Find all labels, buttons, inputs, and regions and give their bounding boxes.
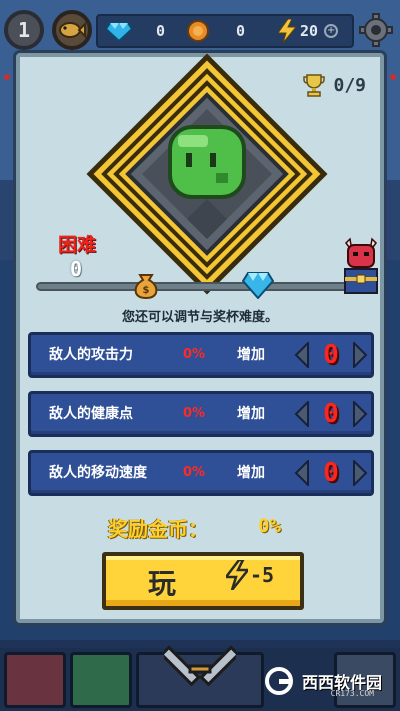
modifier-label: 敌人的移动速度 [49, 465, 147, 481]
difficulty-value: 0 [70, 257, 83, 281]
coin-icon [187, 20, 209, 42]
level-badge[interactable]: 1 [4, 10, 44, 50]
side-pin [4, 74, 10, 80]
play-button[interactable]: 玩 -5 [102, 552, 304, 610]
reward-value: 0% [258, 515, 281, 537]
bottom-button-equipment[interactable] [70, 652, 132, 708]
modifier-value: 0 [323, 399, 339, 429]
arrow-right-icon[interactable] [351, 400, 369, 428]
modifier-increase-label: 增加 [237, 347, 265, 363]
slime-boss-icon [86, 53, 328, 295]
crossed-swords-icon [164, 645, 236, 687]
diamond-icon [242, 272, 274, 299]
modifier-label: 敌人的攻击力 [49, 347, 133, 363]
difficulty-label: 困难 [58, 234, 97, 256]
lightning-icon [278, 19, 296, 43]
svg-text:$: $ [143, 285, 150, 296]
arrow-right-icon[interactable] [351, 459, 369, 487]
gem-icon [106, 22, 132, 41]
difficulty-slider[interactable] [36, 282, 366, 291]
modifier-percent: 0% [183, 406, 206, 421]
plus-icon[interactable]: + [324, 24, 339, 38]
adjust-hint-text: 您还可以调节与奖杯难度。 [121, 310, 278, 325]
coin-bag-icon: $ [134, 274, 158, 299]
demon-chest-icon [344, 237, 378, 294]
modifier-percent: 0% [183, 347, 206, 362]
modifier-increase-label: 增加 [237, 406, 265, 422]
modifier-value: 0 [323, 340, 339, 370]
arrow-right-icon[interactable] [351, 341, 369, 369]
energy-counter: 20 + [278, 16, 339, 46]
gear-icon[interactable] [358, 12, 394, 48]
arrow-left-icon[interactable] [293, 459, 311, 487]
play-label: 玩 [148, 567, 177, 600]
arrow-left-icon[interactable] [293, 400, 311, 428]
play-cost-value: -5 [250, 563, 275, 587]
arrow-left-icon[interactable] [293, 341, 311, 369]
watermark-subtext: CR173.COM [330, 689, 374, 698]
play-cost: -5 [226, 560, 274, 590]
trophy-count: 0/9 [333, 74, 366, 96]
bottom-button-character[interactable] [4, 652, 66, 708]
coins-value: 0 [236, 22, 246, 40]
watermark-logo-icon [264, 667, 293, 695]
modifier-increase-label: 增加 [237, 465, 265, 481]
lightning-icon [226, 560, 248, 590]
difficulty-modal: 0/9 困难 0 $ 您还可以调节与奖杯难度。 敌人的攻击力 0% 增加 0 敌… [16, 53, 384, 623]
gems-counter: 0 [106, 16, 165, 46]
currency-bar: 0 0 20 + [96, 14, 354, 48]
modifier-row-speed: 敌人的移动速度 0% 增加 0 [28, 450, 374, 496]
side-pin [390, 74, 396, 80]
level-number: 1 [17, 18, 31, 42]
modifier-row-health: 敌人的健康点 0% 增加 0 [28, 391, 374, 437]
fish-icon[interactable] [52, 10, 92, 50]
gems-value: 0 [156, 22, 166, 40]
modifier-value: 0 [323, 458, 339, 488]
modifier-label: 敌人的健康点 [49, 406, 133, 422]
modifier-row-attack: 敌人的攻击力 0% 增加 0 [28, 332, 374, 378]
energy-value: 20 [300, 22, 319, 40]
reward-label: 奖励金币： [108, 517, 208, 541]
modifier-percent: 0% [183, 465, 206, 480]
coins-counter: 0 [186, 16, 245, 46]
